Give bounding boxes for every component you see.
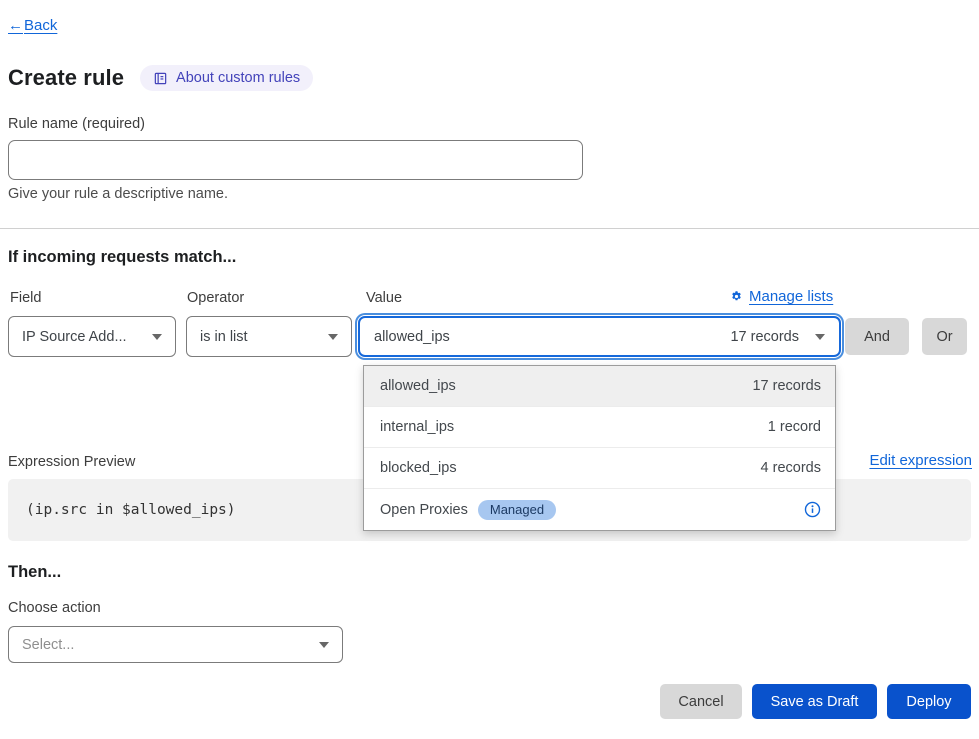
list-item-open-proxies[interactable]: Open Proxies Managed <box>364 489 835 530</box>
chevron-down-icon <box>152 334 162 340</box>
field-column-label: Field <box>10 290 41 306</box>
title-row: Create rule About custom rules <box>8 65 313 91</box>
deploy-button[interactable]: Deploy <box>887 684 971 719</box>
back-link[interactable]: ←Back <box>8 17 57 34</box>
value-select-name: allowed_ips <box>374 329 450 345</box>
info-icon[interactable] <box>804 501 821 518</box>
list-item-records: 1 record <box>768 419 821 435</box>
action-select-placeholder: Select... <box>22 637 74 653</box>
then-heading: Then... <box>8 563 61 582</box>
create-rule-page: ←Back Create rule About custom rules Rul… <box>0 0 979 739</box>
edit-expression-link[interactable]: Edit expression <box>869 452 972 469</box>
back-arrow-icon: ← <box>8 17 23 34</box>
list-item-name: blocked_ips <box>380 460 457 476</box>
list-item-internal-ips[interactable]: internal_ips 1 record <box>364 407 835 448</box>
managed-badge: Managed <box>478 500 556 520</box>
list-item-name: allowed_ips <box>380 378 456 394</box>
expression-preview-label: Expression Preview <box>8 454 135 470</box>
save-as-draft-button[interactable]: Save as Draft <box>752 684 877 719</box>
action-select[interactable]: Select... <box>8 626 343 663</box>
field-select[interactable]: IP Source Add... <box>8 316 176 357</box>
operator-select-value: is in list <box>200 329 248 345</box>
operator-select[interactable]: is in list <box>186 316 352 357</box>
chevron-down-icon <box>815 334 825 340</box>
gear-icon <box>730 290 743 303</box>
value-select-records: 17 records <box>730 329 799 345</box>
and-button[interactable]: And <box>845 318 909 355</box>
rule-name-input[interactable] <box>8 140 583 180</box>
about-custom-rules-link[interactable]: About custom rules <box>140 65 313 91</box>
list-item-records: 17 records <box>752 378 821 394</box>
value-column-label: Value <box>366 290 402 306</box>
book-icon <box>153 71 168 86</box>
list-item-blocked-ips[interactable]: blocked_ips 4 records <box>364 448 835 489</box>
choose-action-label: Choose action <box>8 600 101 616</box>
page-title: Create rule <box>8 65 124 91</box>
value-dropdown-panel: allowed_ips 17 records internal_ips 1 re… <box>363 365 836 531</box>
field-select-value: IP Source Add... <box>22 329 127 345</box>
cancel-button[interactable]: Cancel <box>660 684 742 719</box>
list-item-name: internal_ips <box>380 419 454 435</box>
list-item-name: Open Proxies <box>380 502 468 518</box>
chevron-down-icon <box>328 334 338 340</box>
list-item-records: 4 records <box>761 460 821 476</box>
match-heading: If incoming requests match... <box>8 248 236 267</box>
operator-column-label: Operator <box>187 290 244 306</box>
back-label: Back <box>24 17 57 34</box>
expression-code: (ip.src in $allowed_ips) <box>26 502 236 518</box>
manage-lists-link[interactable]: Manage lists <box>730 288 833 305</box>
about-badge-label: About custom rules <box>176 70 300 86</box>
list-item-allowed-ips[interactable]: allowed_ips 17 records <box>364 366 835 407</box>
footer-actions: Cancel Save as Draft Deploy <box>660 684 971 719</box>
chevron-down-icon <box>319 642 329 648</box>
rule-name-helper: Give your rule a descriptive name. <box>8 186 228 202</box>
manage-lists-label: Manage lists <box>749 288 833 305</box>
or-button[interactable]: Or <box>922 318 967 355</box>
rule-name-label: Rule name (required) <box>8 116 145 132</box>
value-select[interactable]: allowed_ips 17 records <box>358 316 841 357</box>
section-divider <box>0 228 979 229</box>
